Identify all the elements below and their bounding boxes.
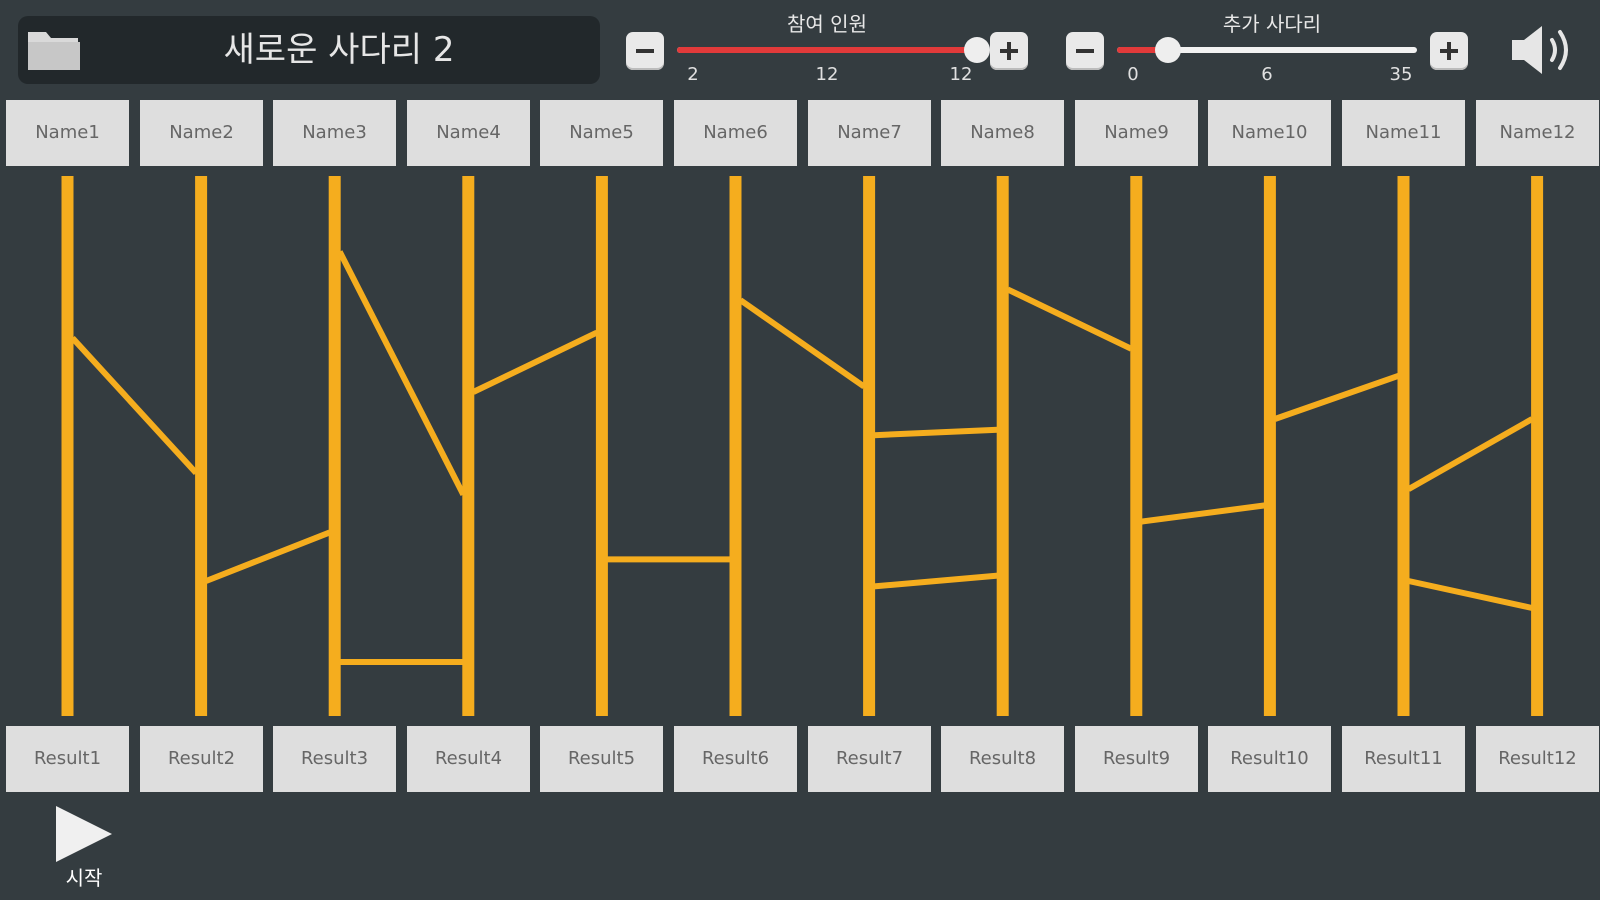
title-box: 새로운 사다리 2 [18, 16, 600, 84]
participants-minus-button[interactable] [626, 32, 664, 70]
ladder-rung-13 [1407, 416, 1534, 492]
participants-max-tick: 12 [949, 64, 973, 85]
participants-slider-thumb[interactable] [964, 37, 990, 63]
participants-slider-fill [677, 47, 977, 53]
result-cell-1[interactable]: Result1 [6, 726, 129, 792]
name-cell-7[interactable]: Name7 [808, 100, 931, 166]
ladder-area [61, 176, 1544, 716]
result-row: Result1 Result2 Result3 Result4 Result5 Resul… [0, 726, 1600, 792]
result-cell-3[interactable]: Result3 [273, 726, 396, 792]
ladder-rung-7 [738, 297, 866, 390]
participants-slider-group: 참여 인원 2 12 12 [622, 0, 1032, 100]
extra-ladders-value-tick: 6 [1261, 64, 1273, 85]
extra-ladders-slider-group: 추가 사다리 0 6 35 [1062, 0, 1482, 100]
extra-ladders-slider-thumb[interactable] [1155, 37, 1182, 63]
name-cell-9[interactable]: Name9 [1075, 100, 1198, 166]
play-icon[interactable] [50, 802, 118, 866]
ladder-rung-3 [337, 250, 466, 496]
result-cell-6[interactable]: Result6 [674, 726, 797, 792]
ladder-title[interactable]: 새로운 사다리 2 [98, 16, 580, 84]
name-cell-3[interactable]: Name3 [273, 100, 396, 166]
name-cell-2[interactable]: Name2 [140, 100, 263, 166]
name-cell-10[interactable]: Name10 [1208, 100, 1331, 166]
ladder-rung-10 [1006, 286, 1133, 352]
name-cell-6[interactable]: Name6 [674, 100, 797, 166]
participants-slider-track[interactable] [677, 47, 977, 53]
ladder-rung-2 [205, 529, 331, 584]
plus-icon [1000, 42, 1018, 60]
participants-min-tick: 2 [687, 64, 699, 85]
extra-ladders-label: 추가 사다리 [1222, 12, 1322, 36]
folder-icon[interactable] [24, 24, 84, 76]
result-cell-5[interactable]: Result5 [540, 726, 663, 792]
ladder-rung-12 [1273, 372, 1400, 422]
ladder-rung-8 [873, 426, 998, 439]
extra-ladders-minus-button[interactable] [1066, 32, 1104, 70]
name-cell-8[interactable]: Name8 [941, 100, 1064, 166]
minus-icon [1076, 49, 1094, 53]
result-cell-9[interactable]: Result9 [1075, 726, 1198, 792]
extra-ladders-plus-button[interactable] [1430, 32, 1468, 70]
name-cell-11[interactable]: Name11 [1342, 100, 1465, 166]
participants-label: 참여 인원 [787, 12, 867, 36]
result-cell-11[interactable]: Result11 [1342, 726, 1465, 792]
result-cell-10[interactable]: Result10 [1208, 726, 1331, 792]
participants-plus-button[interactable] [990, 32, 1028, 70]
plus-icon [1440, 42, 1458, 60]
ladder-rung-5 [472, 329, 599, 395]
result-cell-12[interactable]: Result12 [1476, 726, 1599, 792]
result-cell-4[interactable]: Result4 [407, 726, 530, 792]
speaker-volume-icon[interactable] [1508, 22, 1578, 78]
participants-value-tick: 12 [815, 64, 839, 85]
ladder-rung-11 [1140, 502, 1266, 525]
result-cell-7[interactable]: Result7 [808, 726, 931, 792]
ladder-rung-14 [1407, 578, 1533, 611]
name-cell-12[interactable]: Name12 [1476, 100, 1599, 166]
extra-ladders-max-tick: 35 [1389, 64, 1413, 85]
ladder-rung-9 [873, 572, 998, 590]
name-row: Name1 Name2 Name3 Name4 Name5 Name6 Name7 Name8… [0, 100, 1600, 166]
name-cell-5[interactable]: Name5 [540, 100, 663, 166]
minus-icon [636, 49, 654, 53]
extra-ladders-min-tick: 0 [1127, 64, 1139, 85]
result-cell-2[interactable]: Result2 [140, 726, 263, 792]
name-cell-1[interactable]: Name1 [6, 100, 129, 166]
start-label[interactable]: 시작 [50, 862, 118, 891]
top-bar: 새로운 사다리 2 참여 인원 2 12 12 추가 사다리 0 6 35 [0, 0, 1600, 100]
name-cell-4[interactable]: Name4 [407, 100, 530, 166]
result-cell-8[interactable]: Result8 [941, 726, 1064, 792]
ladder-rung-1 [70, 335, 199, 476]
